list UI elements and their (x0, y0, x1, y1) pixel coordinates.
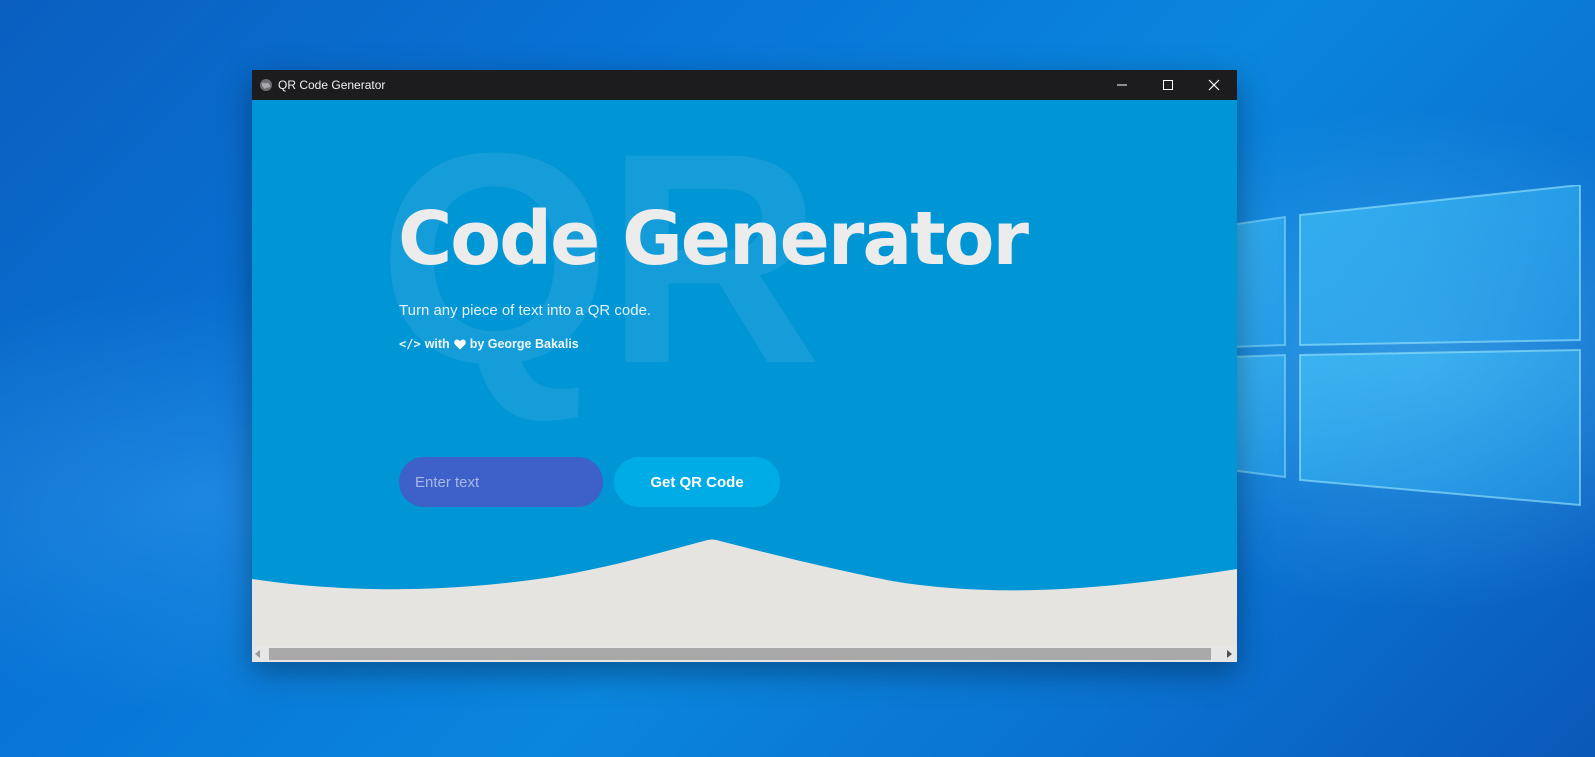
get-qr-code-button[interactable]: Get QR Code (614, 457, 780, 507)
author-credit: </> with by George Bakalis (399, 337, 579, 351)
maximize-icon (1163, 80, 1173, 90)
close-icon (1208, 79, 1220, 91)
title-bar[interactable]: QR Code Generator (252, 70, 1237, 100)
app-window: QR Code Generator QR Code Generator Turn… (252, 70, 1237, 662)
page-subtitle: Turn any piece of text into a QR code. (399, 302, 652, 319)
heart-icon (453, 339, 466, 349)
globe-icon (260, 79, 272, 91)
horizontal-scrollbar[interactable] (252, 646, 1237, 662)
page-content: QR Code Generator Turn any piece of text… (252, 100, 1237, 646)
credit-author-text: by George Bakalis (469, 337, 579, 351)
scrollbar-thumb[interactable] (269, 648, 1211, 660)
minimize-button[interactable] (1099, 70, 1145, 100)
footer-wave (252, 539, 1237, 646)
close-button[interactable] (1191, 70, 1237, 100)
code-icon: </> (399, 337, 421, 351)
scroll-right-icon[interactable] (1227, 650, 1232, 658)
text-input[interactable] (399, 457, 603, 507)
credit-with-text: with (424, 337, 450, 351)
windows-logo-wallpaper (1230, 185, 1581, 507)
page-title: Code Generator (398, 196, 1029, 282)
minimize-icon (1117, 84, 1127, 86)
window-title: QR Code Generator (278, 78, 386, 92)
scroll-left-icon[interactable] (255, 650, 260, 658)
maximize-button[interactable] (1145, 70, 1191, 100)
